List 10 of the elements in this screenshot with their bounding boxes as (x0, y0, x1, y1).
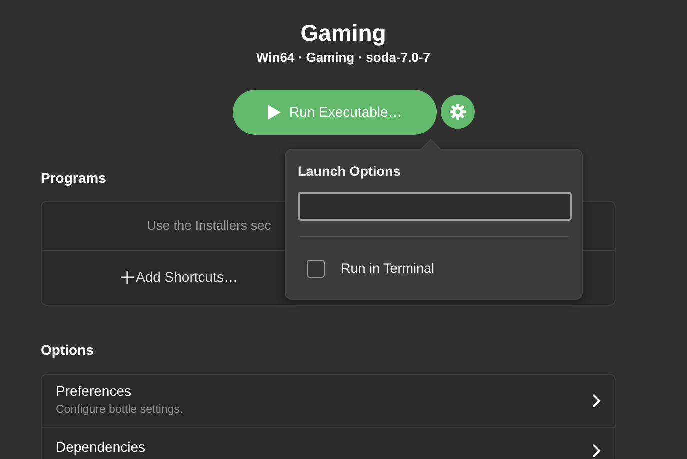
option-description: Configure bottle settings. (56, 403, 184, 418)
popover-title: Launch Options (298, 163, 402, 181)
bottle-details: Win64 · Gaming · soda-7.0-7 (256, 50, 430, 65)
installers-hint: Use the Installers sec (147, 216, 272, 235)
section-heading: Options (41, 340, 94, 360)
option-title: Dependencies (56, 438, 147, 457)
section-heading: Programs (41, 168, 106, 188)
bottle-title: Gaming (300, 19, 388, 48)
checkbox-label: Run in Terminal (341, 260, 435, 278)
option-title: Preferences (56, 382, 132, 402)
